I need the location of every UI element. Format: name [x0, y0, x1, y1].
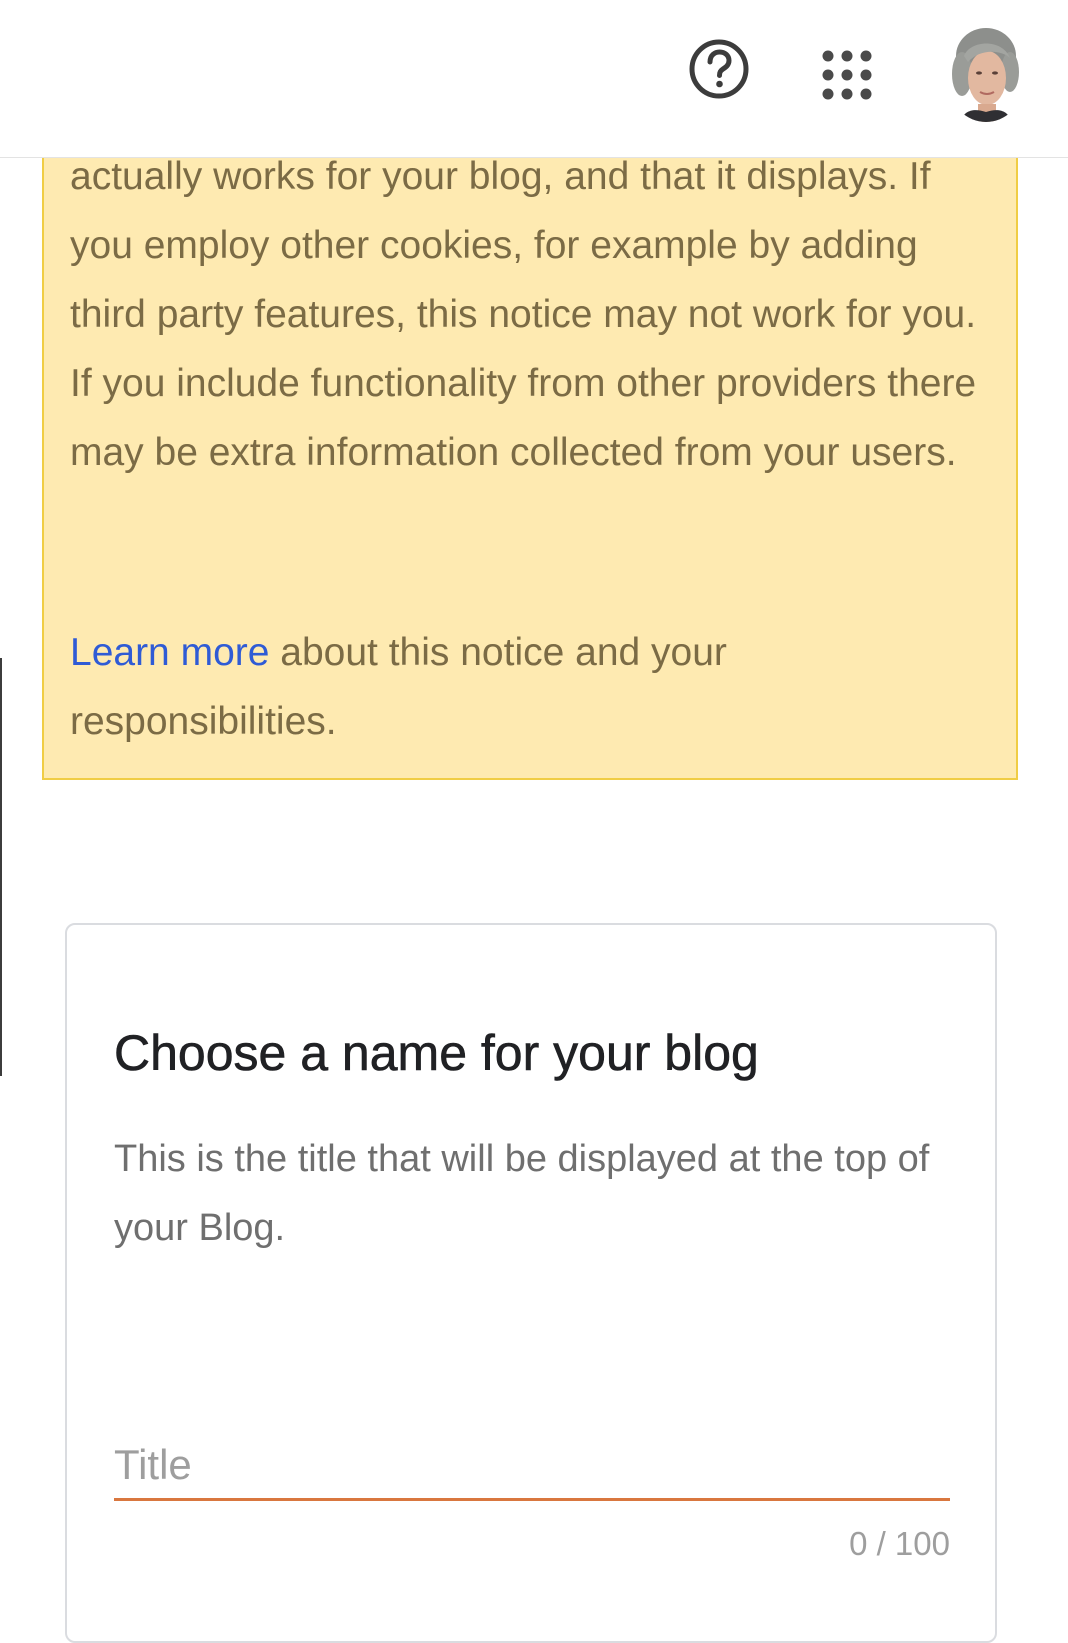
user-avatar	[950, 26, 1022, 122]
cookie-notice-text: actually works for your blog, and that i…	[70, 155, 977, 474]
cookie-notice: actually works for your blog, and that i…	[42, 120, 1018, 780]
help-button[interactable]	[688, 38, 750, 100]
card-description: This is the title that will be displayed…	[114, 1138, 930, 1249]
left-edge-divider	[0, 658, 2, 1076]
character-counter: 0 / 100	[849, 1525, 950, 1562]
blog-title-input[interactable]	[114, 1435, 950, 1501]
apps-grid-icon	[822, 50, 872, 100]
apps-button[interactable]	[820, 48, 874, 102]
blog-name-card: Choose a name for your blog This is the …	[65, 923, 997, 1643]
learn-more-link[interactable]: Learn more	[70, 631, 269, 674]
help-circle-icon	[689, 39, 749, 99]
cookie-notice-footer: Learn more about this notice and your re…	[70, 618, 1000, 756]
card-title: Choose a name for your blog	[114, 1025, 759, 1082]
top-app-bar	[0, 0, 1068, 158]
account-avatar-button[interactable]	[950, 26, 1022, 122]
